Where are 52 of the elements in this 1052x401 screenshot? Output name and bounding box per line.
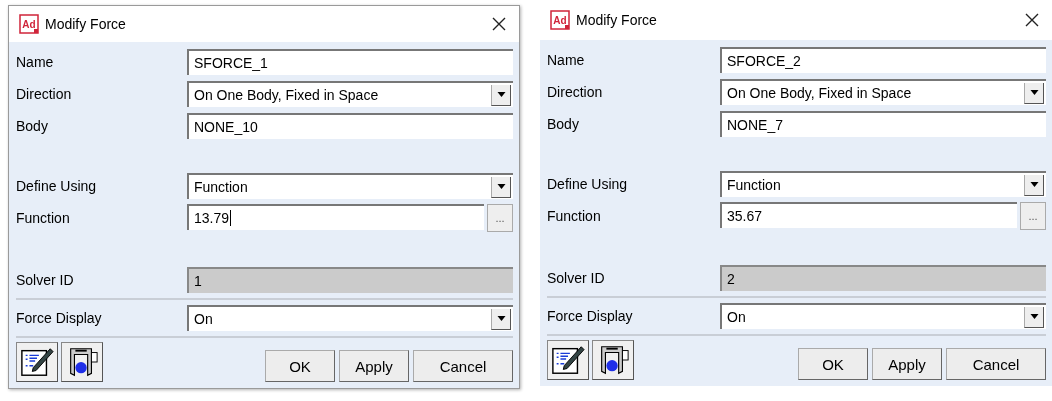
field-label: Define Using [547, 176, 629, 192]
field-label: Name [547, 52, 586, 68]
dropdown-field[interactable]: Function [720, 171, 1046, 197]
dropdown-arrow-icon [496, 316, 506, 321]
dialog-button[interactable]: Cancel [413, 350, 513, 382]
dropdown-arrow-icon [1029, 182, 1039, 187]
dialog-button[interactable]: OK [798, 348, 868, 380]
dropdown-arrow-icon [496, 92, 506, 97]
field-label: Direction [547, 84, 604, 100]
browse-button[interactable]: ... [1020, 202, 1046, 230]
browse-button[interactable]: ... [487, 204, 513, 232]
dropdown-arrow-icon [1029, 314, 1039, 319]
app-logo-icon: Ad [19, 14, 39, 34]
window-title: Modify Force [45, 16, 127, 32]
field-label: Solver ID [547, 270, 606, 286]
expression-input-field[interactable]: 13.79 [187, 204, 484, 230]
field-label: Force Display [547, 308, 634, 324]
text-field[interactable]: NONE_10 [187, 113, 513, 139]
dropdown-arrow-icon [496, 184, 506, 189]
field-label: Body [547, 116, 580, 132]
close-icon[interactable] [1024, 12, 1040, 28]
caliper-icon[interactable] [592, 340, 634, 380]
expression-input-field[interactable]: 35.67 [720, 202, 1017, 228]
notepad-pen-icon[interactable] [547, 340, 589, 380]
field-label: Function [16, 210, 71, 226]
text-field[interactable]: NONE_7 [720, 111, 1046, 137]
app-logo-icon: Ad [550, 10, 570, 30]
dropdown-field[interactable]: On One Body, Fixed in Space [187, 81, 513, 107]
field-label: Force Display [16, 310, 103, 326]
dialog-button[interactable]: Cancel [946, 348, 1046, 380]
field-label: Name [16, 54, 55, 70]
notepad-pen-icon[interactable] [16, 342, 58, 382]
dropdown-arrow-icon [1029, 90, 1039, 95]
field-label: Body [16, 118, 49, 134]
readonly-field: 1 [187, 267, 513, 293]
dialog-button[interactable]: Apply [872, 348, 942, 380]
dialog-button[interactable]: Apply [339, 350, 409, 382]
dropdown-field[interactable]: On [187, 305, 513, 331]
text-field[interactable]: SFORCE_1 [187, 49, 513, 75]
dialog-button[interactable]: OK [265, 350, 335, 382]
text-field[interactable]: SFORCE_2 [720, 47, 1046, 73]
field-label: Solver ID [16, 272, 75, 288]
dropdown-field[interactable]: On [720, 303, 1046, 329]
close-icon[interactable] [491, 16, 507, 32]
field-label: Function [547, 208, 602, 224]
readonly-field: 2 [720, 265, 1046, 291]
field-label: Define Using [16, 178, 98, 194]
window-title: Modify Force [576, 12, 658, 28]
dropdown-field[interactable]: Function [187, 173, 513, 199]
caliper-icon[interactable] [61, 342, 103, 382]
dropdown-field[interactable]: On One Body, Fixed in Space [720, 79, 1046, 105]
field-label: Direction [16, 86, 73, 102]
